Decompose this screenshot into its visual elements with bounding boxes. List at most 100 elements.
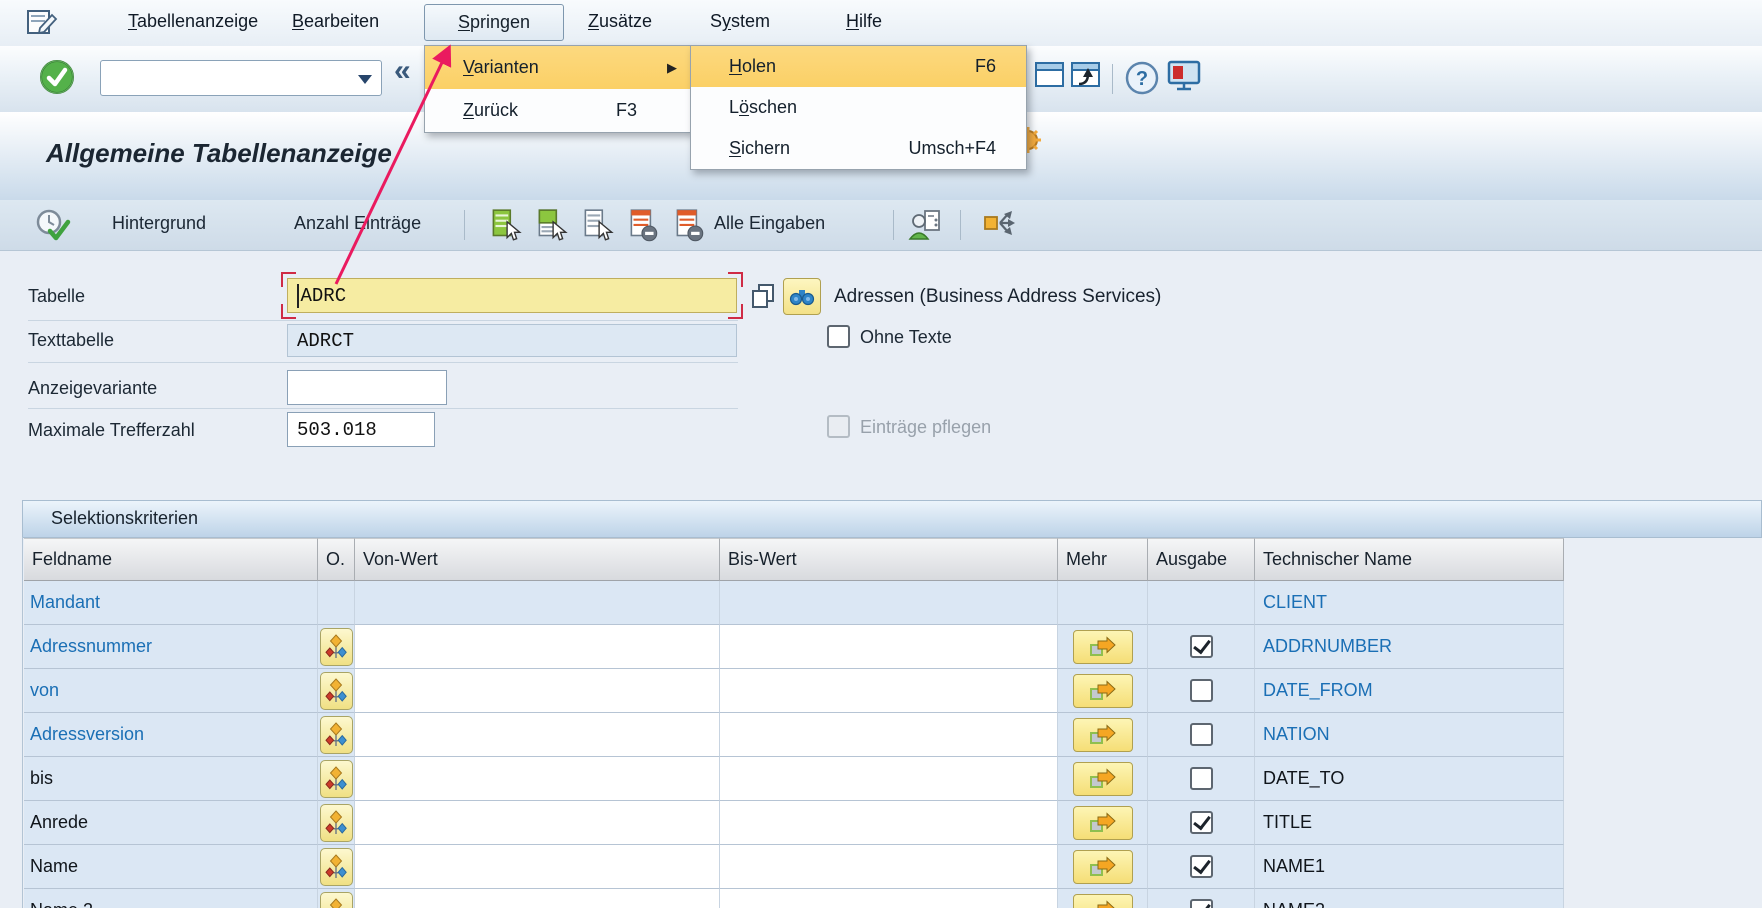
command-dropdown-icon[interactable] (358, 75, 372, 84)
table-row: Mandant CLIENT (24, 581, 1564, 625)
von-wert-input[interactable] (355, 757, 720, 801)
field-label-cell[interactable]: Mandant (24, 581, 318, 625)
selection-options-button[interactable] (320, 716, 353, 754)
output-checkbox[interactable] (1190, 723, 1213, 746)
selection-options-button[interactable] (320, 804, 353, 842)
select-all-icon[interactable] (486, 207, 524, 250)
menu-item-zurueck[interactable]: Zurück F3 (425, 89, 691, 132)
field-label-cell[interactable]: Adressnummer (24, 625, 318, 669)
von-wert-input[interactable] (355, 801, 720, 845)
bis-wert-input[interactable] (720, 845, 1058, 889)
tabelle-input[interactable]: ADRC (287, 278, 737, 313)
selection-corner (281, 272, 296, 287)
ausgabe-cell (1148, 757, 1255, 801)
von-wert-input[interactable] (355, 713, 720, 757)
deselect-all-icon[interactable] (578, 207, 616, 250)
select-block-icon[interactable] (532, 207, 570, 250)
customize-layout-icon[interactable] (1166, 60, 1204, 99)
menu-zusaetze[interactable]: Zusätze (588, 11, 652, 32)
selection-table-body: Mandant CLIENT Adressnummer ADDRNUMBER (24, 581, 1564, 908)
output-checkbox[interactable] (1190, 635, 1213, 658)
table-row: von DATE_FROM (24, 669, 1564, 713)
screen-edit-icon[interactable] (26, 8, 58, 43)
max-trefferzahl-input[interactable]: 503.018 (287, 412, 435, 447)
bis-wert-input[interactable] (720, 757, 1058, 801)
von-wert-input[interactable] (355, 845, 720, 889)
table-row: Adressversion NATION (24, 713, 1564, 757)
command-input[interactable] (107, 65, 346, 91)
menu-item-sichern[interactable]: Sichern Umsch+F4 (691, 128, 1026, 169)
eintraege-pflegen-label: Einträge pflegen (860, 417, 991, 438)
anzeigevariante-input[interactable] (287, 370, 447, 405)
menu-system[interactable]: System (710, 11, 770, 32)
ausgabe-cell (1148, 845, 1255, 889)
output-checkbox[interactable] (1190, 767, 1213, 790)
collapse-toolbar-chevrons[interactable]: « (394, 54, 411, 88)
menu-item-varianten[interactable]: Varianten ▶ (425, 46, 691, 89)
bis-wert-input[interactable] (720, 713, 1058, 757)
multiple-selection-button[interactable] (1073, 806, 1133, 840)
menu-item-loeschen[interactable]: Löschen (691, 87, 1026, 128)
selection-corner (728, 272, 743, 287)
output-checkbox[interactable] (1190, 855, 1213, 878)
field-label-cell[interactable]: Adressversion (24, 713, 318, 757)
menu-bearbeiten[interactable]: Bearbeiten (292, 11, 379, 32)
field-label-cell[interactable]: bis (24, 757, 318, 801)
texttabelle-field[interactable]: ADRCT (287, 324, 737, 357)
column-header-bis-wert: Bis-Wert (720, 538, 1058, 581)
multiple-selection-button[interactable] (1073, 762, 1133, 796)
menu-hilfe[interactable]: Hilfe (846, 11, 882, 32)
group-border (22, 537, 23, 908)
selection-options-button[interactable] (320, 672, 353, 710)
multiple-selection-button[interactable] (1073, 894, 1133, 908)
mehr-cell (1058, 625, 1148, 669)
menu-item-holen[interactable]: Holen F6 (691, 46, 1026, 87)
multiple-selection-button[interactable] (1073, 674, 1133, 708)
field-label-cell[interactable]: von (24, 669, 318, 713)
field-label-cell[interactable]: Name 2 (24, 889, 318, 908)
table-row: Anrede TITLE (24, 801, 1564, 845)
menu-tabellenanzeige[interactable]: Tabellenanzeige (128, 11, 258, 32)
column-header-feldname: Feldname (24, 538, 318, 581)
field-label-cell[interactable]: Anrede (24, 801, 318, 845)
alle-eingaben-button[interactable]: Alle Eingaben (714, 213, 825, 234)
create-shortcut-icon[interactable] (1070, 60, 1102, 95)
help-icon[interactable]: ? (1124, 60, 1160, 101)
delete-all-inputs-icon[interactable] (670, 207, 708, 250)
enter-check-icon[interactable] (38, 58, 76, 101)
output-checkbox[interactable] (1190, 811, 1213, 834)
output-checkbox[interactable] (1190, 899, 1213, 908)
selection-options-button[interactable] (320, 628, 353, 666)
anzahl-eintraege-button[interactable]: Anzahl Einträge (294, 213, 421, 234)
multiple-selection-button[interactable] (1073, 850, 1133, 884)
von-wert-input[interactable] (355, 625, 720, 669)
bis-wert-input[interactable] (720, 669, 1058, 713)
user-parameters-icon[interactable] (908, 207, 944, 248)
field-label-cell[interactable]: Name (24, 845, 318, 889)
selection-options-button[interactable] (320, 848, 353, 886)
search-help-button[interactable] (783, 278, 821, 315)
technical-name-cell: TITLE (1255, 801, 1564, 845)
hintergrund-button[interactable]: Hintergrund (112, 213, 206, 234)
output-checkbox[interactable] (1190, 679, 1213, 702)
von-wert-input[interactable] (355, 669, 720, 713)
execute-icon[interactable] (34, 207, 72, 250)
command-field[interactable] (100, 60, 382, 96)
copy-icon[interactable] (750, 282, 776, 315)
multiple-selection-button[interactable] (1073, 718, 1133, 752)
row-separator (28, 362, 738, 363)
distribute-icon[interactable] (982, 207, 1022, 244)
technical-name-cell: NAME1 (1255, 845, 1564, 889)
ohne-texte-checkbox[interactable] (827, 325, 850, 348)
von-wert-input[interactable] (355, 889, 720, 908)
menu-springen[interactable]: Springen (424, 4, 564, 41)
bis-wert-input[interactable] (720, 889, 1058, 908)
new-session-icon[interactable] (1034, 60, 1066, 95)
mehr-cell (1058, 581, 1148, 625)
delete-selection-icon[interactable] (624, 207, 662, 250)
multiple-selection-button[interactable] (1073, 630, 1133, 664)
bis-wert-input[interactable] (720, 801, 1058, 845)
selection-options-button[interactable] (320, 760, 353, 798)
selection-options-button[interactable] (320, 892, 353, 908)
bis-wert-input[interactable] (720, 625, 1058, 669)
